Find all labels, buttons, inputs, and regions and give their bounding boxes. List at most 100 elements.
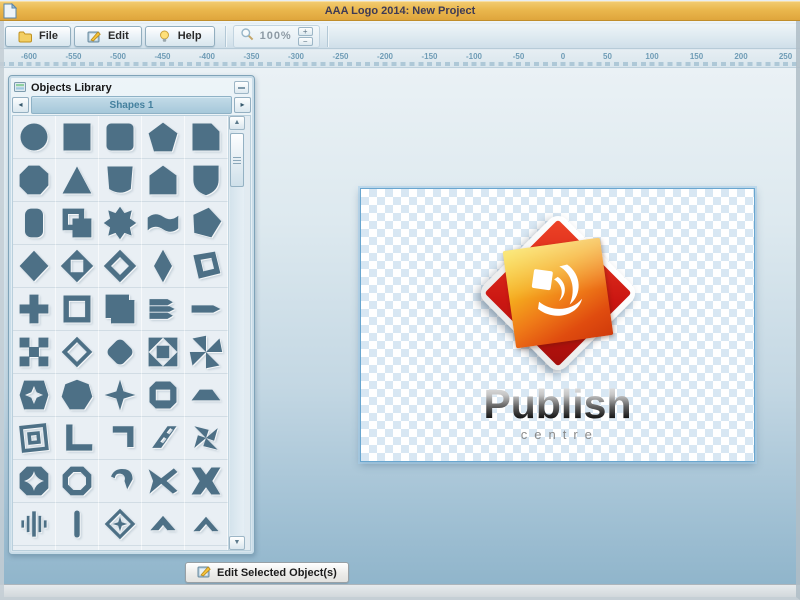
shape-item-narrow-diamond[interactable] (142, 245, 185, 288)
scrollbar-track[interactable] (230, 131, 244, 535)
book-swoosh-icon (521, 257, 593, 329)
shape-item-octagon-ring[interactable] (56, 460, 99, 503)
shape-item-double-u[interactable] (185, 546, 228, 551)
ruler-label: 100 (645, 52, 658, 61)
shape-item-checkerboard[interactable] (13, 331, 56, 374)
ruler-label: -300 (288, 52, 304, 61)
objects-library-header: Objects Library (12, 78, 251, 97)
minimize-icon (238, 87, 245, 89)
shape-item-ninja-star[interactable] (185, 417, 228, 460)
design-canvas[interactable]: Publish centre (360, 188, 755, 462)
status-bar (0, 584, 800, 600)
shape-item-diamond-square-hole[interactable] (56, 245, 99, 288)
shape-item-rounded-trapezoid[interactable] (99, 159, 142, 202)
shape-item-equalizer-diamond[interactable] (13, 503, 56, 546)
shape-item-octagon[interactable] (13, 159, 56, 202)
prev-category-button[interactable]: ◂ (12, 97, 29, 113)
ruler-label: -150 (421, 52, 437, 61)
shape-item-rounded-diamond[interactable] (99, 331, 142, 374)
scrollbar-thumb[interactable] (230, 133, 244, 187)
shape-item-pentagon-house[interactable] (142, 159, 185, 202)
shape-item-cut-corner-square[interactable] (185, 116, 228, 159)
ruler-label: -500 (110, 52, 126, 61)
shape-item-hook[interactable] (99, 460, 142, 503)
shape-item-shield[interactable] (185, 159, 228, 202)
shape-item-w-shape[interactable] (13, 546, 56, 551)
next-category-button[interactable]: ▸ (234, 97, 251, 113)
shape-item-circle[interactable] (13, 116, 56, 159)
category-selector-row: ◂ Shapes 1 ▸ (12, 97, 251, 113)
shape-item-wavy-banner[interactable] (142, 202, 185, 245)
toolbar: File Edit Help 100% + − (0, 24, 800, 49)
shape-item-pentagon[interactable] (142, 116, 185, 159)
help-button[interactable]: Help (145, 26, 215, 47)
logo-orange-square (502, 238, 613, 349)
shapes-scrollbar[interactable]: ▲ ▼ (228, 116, 245, 550)
shape-item-eight-point-star[interactable] (99, 202, 142, 245)
shape-item-pointed-bar[interactable] (185, 288, 228, 331)
ruler-label: 150 (690, 52, 703, 61)
shape-item-mountain-arrow[interactable] (142, 503, 185, 546)
shape-item-tilted-pentagon[interactable] (185, 202, 228, 245)
shape-item-overlapping-squares[interactable] (56, 202, 99, 245)
shape-item-square-outline[interactable] (56, 288, 99, 331)
shape-item-corner-l[interactable] (56, 417, 99, 460)
lightbulb-icon (158, 30, 171, 43)
shape-item-corner-bracket[interactable] (99, 417, 142, 460)
shape-item-bowtie[interactable] (142, 460, 185, 503)
logo-subtext: centre (521, 427, 599, 442)
ruler-label: 250 (779, 52, 792, 61)
shape-item-square[interactable] (56, 116, 99, 159)
shape-item-heptagon[interactable] (56, 374, 99, 417)
objects-library-title: Objects Library (31, 82, 229, 94)
shape-item-octagon-square-hole[interactable] (142, 374, 185, 417)
shape-item-flag-triangle[interactable] (99, 546, 142, 551)
zoom-out-button[interactable]: − (298, 37, 313, 46)
ruler-label: -100 (466, 52, 482, 61)
shape-item-vertical-bar[interactable] (56, 503, 99, 546)
shape-item-star-hole-blob[interactable] (13, 374, 56, 417)
shape-item-slashed-parallelogram[interactable] (142, 417, 185, 460)
shape-item-rounded-square[interactable] (99, 116, 142, 159)
ruler-label: -450 (154, 52, 170, 61)
shape-item-four-point-star[interactable] (99, 374, 142, 417)
shape-item-folded-square-hole[interactable] (185, 245, 228, 288)
shape-item-stepped-square[interactable] (99, 288, 142, 331)
scroll-down-button[interactable]: ▼ (229, 536, 245, 550)
shape-item-pill-rectangle[interactable] (13, 202, 56, 245)
zoom-value: 100% (260, 30, 292, 42)
shape-item-diamond-star-hole[interactable] (99, 503, 142, 546)
shape-item-diamond-diamond-hole[interactable] (99, 245, 142, 288)
shape-item-curved-four-star[interactable] (13, 460, 56, 503)
shape-item-double-check[interactable] (142, 546, 185, 551)
shape-item-pinwheel[interactable] (185, 331, 228, 374)
shape-item-diamond-outline[interactable] (56, 331, 99, 374)
folder-icon (18, 30, 32, 43)
shape-item-concentric-squares[interactable] (13, 417, 56, 460)
ruler-label: 200 (734, 52, 747, 61)
pencil-icon (197, 565, 211, 581)
shape-item-triangle[interactable] (56, 159, 99, 202)
shape-item-diamond[interactable] (13, 245, 56, 288)
ruler-label: -400 (199, 52, 215, 61)
shape-item-v-notch[interactable] (56, 546, 99, 551)
ruler-label: -600 (21, 52, 37, 61)
zoom-in-button[interactable]: + (298, 27, 313, 36)
category-selector[interactable]: Shapes 1 (31, 96, 232, 114)
collapse-panel-button[interactable] (234, 81, 249, 94)
title-bar[interactable]: AAA Logo 2014: New Project (0, 0, 800, 21)
shape-item-bold-x[interactable] (185, 460, 228, 503)
horizontal-ruler: -600-550-500-450-400-350-300-250-200-150… (0, 50, 800, 68)
edit-button[interactable]: Edit (74, 26, 142, 47)
shape-item-plus-cross[interactable] (13, 288, 56, 331)
shape-item-triple-arrow-stripes[interactable] (142, 288, 185, 331)
file-button-label: File (39, 30, 58, 42)
file-button[interactable]: File (5, 26, 71, 47)
scroll-up-button[interactable]: ▲ (229, 116, 245, 130)
ruler-label: -350 (243, 52, 259, 61)
ruler-label: -250 (332, 52, 348, 61)
shape-item-trapezoid[interactable] (185, 374, 228, 417)
shape-item-pinwheel-square[interactable] (142, 331, 185, 374)
shape-item-chevron[interactable] (185, 503, 228, 546)
edit-selected-button[interactable]: Edit Selected Object(s) (185, 562, 349, 583)
